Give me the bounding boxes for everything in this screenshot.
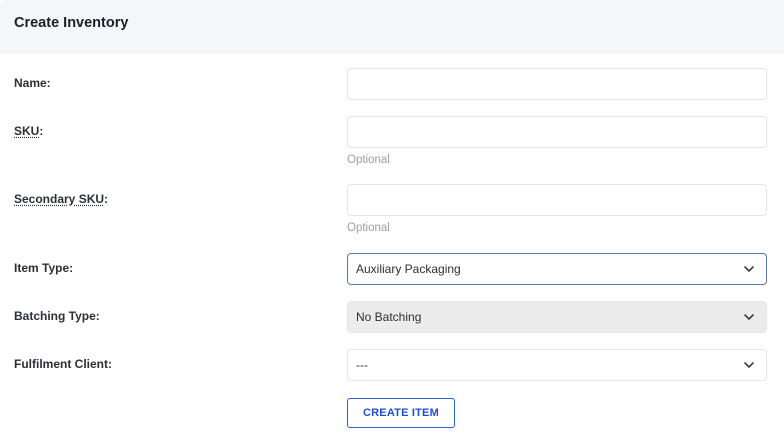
secondary-sku-label: Secondary SKU: [14, 192, 108, 206]
name-label: Name: [14, 76, 51, 90]
chevron-down-icon [744, 266, 754, 272]
item-type-value: Auxiliary Packaging [356, 262, 461, 276]
secondary-sku-input[interactable] [347, 184, 767, 216]
batching-type-value: No Batching [356, 310, 422, 324]
secondary-sku-label-prefix: Secondary [14, 192, 79, 206]
page-header: Create Inventory [0, 0, 784, 54]
chevron-down-icon [744, 362, 754, 368]
sku-abbr: SKU [14, 124, 40, 138]
item-type-label: Item Type: [14, 261, 74, 275]
fulfilment-client-select[interactable]: --- [347, 349, 767, 381]
batching-type-select[interactable]: No Batching [347, 301, 767, 333]
item-type-select[interactable]: Auxiliary Packaging [347, 253, 767, 285]
fulfilment-client-value: --- [356, 358, 368, 372]
sku-input[interactable] [347, 116, 767, 148]
secondary-sku-hint: Optional [347, 222, 390, 234]
create-item-button[interactable]: CREATE ITEM [347, 398, 455, 428]
sku-label-suffix: : [39, 124, 44, 138]
sku-label: SKU: [14, 124, 43, 138]
secondary-sku-abbr: SKU [78, 192, 105, 206]
fulfilment-client-label: Fulfilment Client: [14, 357, 112, 371]
secondary-sku-label-suffix: : [104, 192, 109, 206]
batching-type-label: Batching Type: [14, 309, 100, 323]
sku-hint: Optional [347, 154, 390, 166]
page-title: Create Inventory [14, 15, 129, 31]
chevron-down-icon [744, 314, 754, 320]
name-input[interactable] [347, 68, 767, 100]
